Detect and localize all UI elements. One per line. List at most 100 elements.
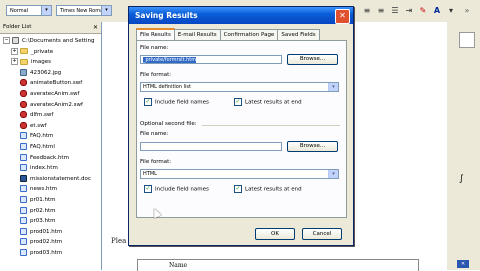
align-icon[interactable]: ≡ <box>362 5 372 16</box>
cancel-button[interactable]: Cancel <box>302 228 342 240</box>
chevron-down-icon: ▾ <box>328 170 338 178</box>
expand-icon[interactable]: + <box>11 47 18 55</box>
include-field-names2-label: Include field names <box>155 186 209 193</box>
folder-list-panel: Folder List ✕ − C:\Documents and Setting +… <box>0 22 102 270</box>
folder-list-item-label: averatecAnim2.swf <box>30 101 83 108</box>
folder-list-item[interactable]: news.htm <box>3 184 101 195</box>
highlight-icon[interactable]: ✎ <box>418 5 428 16</box>
collapse-icon[interactable]: − <box>3 37 10 44</box>
folder-list-item-label: index.htm <box>30 165 58 172</box>
folder-list-item-label: news.htm <box>30 186 57 193</box>
folder-list-item[interactable]: − C:\Documents and Setting <box>3 36 101 47</box>
folder-list-item[interactable]: + _private <box>3 47 101 58</box>
folder-list-item[interactable]: Feedback.htm <box>3 153 101 164</box>
folder-list-item-label: averatecAnim.swf <box>30 90 80 97</box>
chevron-down-icon: ▾ <box>101 6 111 15</box>
group-divider <box>202 125 340 126</box>
htm-file-icon <box>20 238 27 246</box>
folder-list-item[interactable]: 423062.jpg <box>3 68 101 79</box>
more-icon[interactable]: » <box>462 5 472 16</box>
file-format-value: HTML definition list <box>143 84 191 90</box>
folder-list-item[interactable]: pr02.htm <box>3 206 101 217</box>
folder-list-item[interactable]: FAQ.htm <box>3 131 101 142</box>
htm-file-icon <box>20 227 27 235</box>
file-name-input[interactable]: _private/formrslt.htm <box>140 55 282 64</box>
file-name2-label: File name: <box>140 131 169 137</box>
font-color-icon[interactable]: A <box>432 5 442 16</box>
folder-list-item-label: pr02.htm <box>30 207 56 214</box>
file-format2-select[interactable]: HTML ▾ <box>140 169 339 179</box>
folder-list-item[interactable]: prod02.htm <box>3 237 101 248</box>
browse2-button[interactable]: Browse... <box>287 141 338 152</box>
folder-tree: − C:\Documents and Setting + _private + image… <box>0 34 101 258</box>
tab-strip: File Results E-mail Results Confirmation… <box>136 28 320 42</box>
form-label-name: Name <box>169 262 188 269</box>
folder-list-item[interactable]: missionstatement.doc <box>3 174 101 185</box>
folder-list-item-label: Feedback.htm <box>30 154 69 161</box>
include-field-names-checkbox[interactable]: ✓ Include field names <box>144 98 209 107</box>
chevron-down-icon[interactable]: ▾ <box>446 5 456 16</box>
pencil-icon[interactable]: ∫ <box>459 174 464 184</box>
folder-list-item-label: et.swf <box>30 122 47 129</box>
folder-list-header: Folder List ✕ <box>0 22 101 34</box>
folder-list-item-label: animateButton.swf <box>30 80 83 87</box>
panel-button[interactable] <box>459 32 475 48</box>
chevron-down-icon: ▾ <box>328 83 338 91</box>
folder-list-item-label: dlfm.swf <box>30 112 54 119</box>
folder-list-item-label: FAQ.html <box>30 143 55 150</box>
include-field-names2-checkbox[interactable]: ✓ Include field names <box>144 185 209 194</box>
style-select[interactable]: Normal ▾ <box>6 5 52 16</box>
folder-list-item-label: missionstatement.doc <box>30 175 91 182</box>
page-text-fragment: Plea <box>111 237 127 245</box>
folder-list-item[interactable]: averatecAnim.swf <box>3 89 101 100</box>
folder-list-item-label: prod02.htm <box>30 239 63 246</box>
htm-file-icon <box>20 217 27 225</box>
browse-button[interactable]: Browse... <box>287 54 338 65</box>
htm-file-icon <box>20 132 27 140</box>
folder-list-item[interactable]: + images <box>3 57 101 68</box>
style-select-value: Normal <box>10 8 29 14</box>
folder-list-item[interactable]: animateButton.swf <box>3 78 101 89</box>
file-results-panel: File name: _private/formrslt.htm Browse.… <box>136 40 347 218</box>
folder-list-item[interactable]: prod03.htm <box>3 248 101 259</box>
folder-list-item[interactable]: et.swf <box>3 121 101 132</box>
latest-results2-label: Latest results at end <box>245 186 302 193</box>
ok-button[interactable]: OK <box>255 228 295 240</box>
file-name2-input[interactable] <box>140 142 282 151</box>
list-icon[interactable]: ☰ <box>390 5 400 16</box>
htm-file-icon <box>20 206 27 214</box>
folder-file-icon <box>20 58 28 65</box>
swf-file-icon <box>20 79 27 87</box>
folder-list-item-label: FAQ.htm <box>30 133 54 140</box>
folder-list-item-label: _private <box>31 48 54 55</box>
indent-icon[interactable]: ⇥ <box>404 5 414 16</box>
folder-list-item[interactable]: FAQ.html <box>3 142 101 153</box>
folder-list-item[interactable]: prod01.htm <box>3 227 101 238</box>
close-icon[interactable]: ✕ <box>335 9 350 24</box>
swf-file-icon <box>20 111 27 119</box>
file-format-select[interactable]: HTML definition list ▾ <box>140 82 339 92</box>
check-icon: ✓ <box>234 98 242 106</box>
folder-list-item[interactable]: index.htm <box>3 163 101 174</box>
folder-list-item[interactable]: pr01.htm <box>3 195 101 206</box>
file-name-label: File name: <box>140 45 169 51</box>
align-icon[interactable]: ≡ <box>376 5 386 16</box>
dialog-titlebar: Saving Results ✕ <box>129 7 353 24</box>
right-panel: ∫ ✕ <box>447 22 480 270</box>
close-icon[interactable]: ✕ <box>93 22 98 33</box>
folder-list-item[interactable]: averatecAnim2.swf <box>3 100 101 111</box>
expand-icon[interactable]: + <box>11 58 18 66</box>
folder-list-item-label: C:\Documents and Setting <box>22 38 95 44</box>
latest-results-checkbox[interactable]: ✓ Latest results at end <box>234 98 302 107</box>
font-select[interactable]: Times New Roman ▾ <box>56 5 112 16</box>
img-file-icon <box>20 68 27 76</box>
folder-list-item[interactable]: dlfm.swf <box>3 110 101 121</box>
close-icon[interactable]: ✕ <box>457 260 469 268</box>
dialog-title: Saving Results <box>135 11 198 20</box>
htm-file-icon <box>20 195 27 203</box>
latest-results2-checkbox[interactable]: ✓ Latest results at end <box>234 185 302 194</box>
swf-file-icon <box>20 121 27 129</box>
htm-file-icon <box>20 185 27 193</box>
folder-list-item-label: pr01.htm <box>30 196 56 203</box>
folder-list-item[interactable]: pr03.htm <box>3 216 101 227</box>
